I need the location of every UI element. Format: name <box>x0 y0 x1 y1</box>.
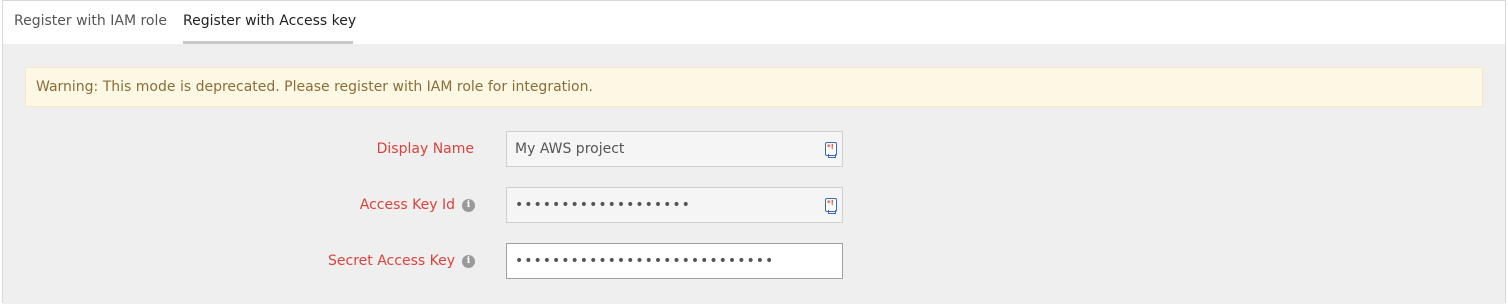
password-manager-icon[interactable] <box>825 198 837 214</box>
access-key-id-row: Access Key Id i ••••••••••••••••••• <box>3 187 1505 223</box>
password-manager-icon[interactable] <box>825 142 837 158</box>
access-key-id-label-group: Access Key Id i <box>360 187 475 223</box>
secret-access-key-row: Secret Access Key i •••••••••••••••••••••… <box>3 243 1505 279</box>
info-icon[interactable]: i <box>462 254 475 268</box>
secret-access-key-label: Secret Access Key <box>328 253 455 269</box>
tab-register-access-key[interactable]: Register with Access key <box>183 1 356 44</box>
access-key-id-input[interactable]: ••••••••••••••••••• <box>506 187 843 223</box>
form-content: Warning: This mode is deprecated. Please… <box>3 44 1505 304</box>
secret-access-key-value: •••••••••••••••••••••••••••• <box>515 253 775 269</box>
tab-bar: Register with IAM role Register with Acc… <box>3 1 1505 44</box>
secret-access-key-label-group: Secret Access Key i <box>328 243 475 279</box>
display-name-value: My AWS project <box>515 141 625 157</box>
tab-register-iam-role[interactable]: Register with IAM role <box>14 1 174 44</box>
access-key-id-label: Access Key Id <box>359 197 455 213</box>
display-name-input[interactable]: My AWS project <box>506 131 843 167</box>
display-name-row: Display Name My AWS project <box>3 131 1505 167</box>
deprecation-warning: Warning: This mode is deprecated. Please… <box>25 67 1483 107</box>
secret-access-key-input[interactable]: •••••••••••••••••••••••••••• <box>506 243 843 279</box>
access-key-id-value: ••••••••••••••••••• <box>515 197 691 213</box>
registration-panel: Register with IAM role Register with Acc… <box>2 0 1506 304</box>
info-icon[interactable]: i <box>462 198 475 212</box>
display-name-label: Display Name <box>376 141 474 157</box>
